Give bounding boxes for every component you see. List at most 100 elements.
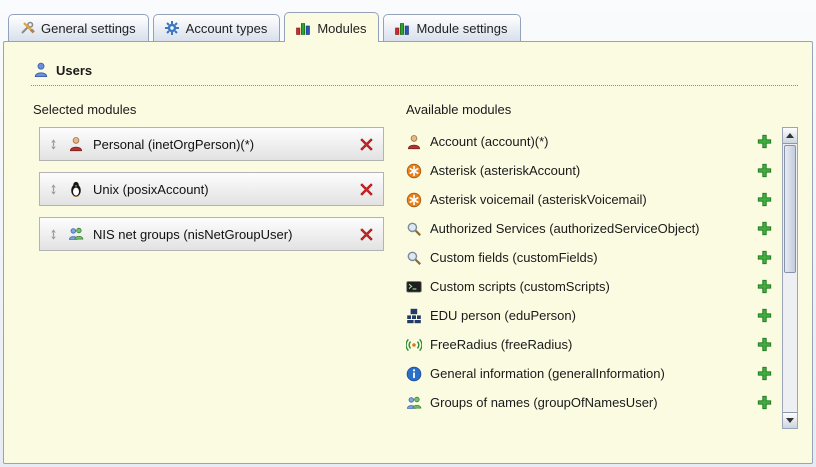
selected-module-label: Unix (posixAccount) xyxy=(93,182,209,197)
remove-module-button[interactable] xyxy=(359,137,374,152)
selected-module-row[interactable]: NIS net groups (nisNetGroupUser) xyxy=(39,217,384,251)
available-module-label: FreeRadius (freeRadius) xyxy=(430,337,572,352)
antenna-icon xyxy=(406,337,422,353)
plus-icon xyxy=(757,308,772,323)
chart-icon xyxy=(295,20,311,36)
person-icon xyxy=(406,134,422,150)
info-icon xyxy=(406,366,422,382)
drag-handle-icon[interactable] xyxy=(48,184,59,195)
group-icon xyxy=(406,395,422,411)
available-module-label: Asterisk (asteriskAccount) xyxy=(430,163,580,178)
scrollbar[interactable] xyxy=(782,127,798,429)
available-module-label: Custom scripts (customScripts) xyxy=(430,279,610,294)
module-columns: Selected modules Personal (inetOrgPerson… xyxy=(31,100,798,429)
down-arrow-icon xyxy=(786,418,794,423)
available-module-row: Custom scripts (customScripts) xyxy=(404,272,778,301)
available-modules-wrap: Account (account)(*) Asterisk (asteriskAc… xyxy=(404,127,798,429)
up-arrow-icon xyxy=(786,133,794,138)
add-module-button[interactable] xyxy=(757,134,772,149)
tab-label: General settings xyxy=(41,21,136,36)
selected-modules-column: Selected modules Personal (inetOrgPerson… xyxy=(31,100,404,429)
available-module-row: Custom fields (customFields) xyxy=(404,243,778,272)
plus-icon xyxy=(757,221,772,236)
selected-module-row[interactable]: Unix (posixAccount) xyxy=(39,172,384,206)
magnifier-icon xyxy=(406,250,422,266)
available-module-row: FreeRadius (freeRadius) xyxy=(404,330,778,359)
terminal-icon xyxy=(406,279,422,295)
available-module-label: Asterisk voicemail (asteriskVoicemail) xyxy=(430,192,647,207)
add-module-button[interactable] xyxy=(757,337,772,352)
plus-icon xyxy=(757,395,772,410)
available-module-label: Account (account)(*) xyxy=(430,134,549,149)
gear-icon xyxy=(164,20,180,36)
grid-icon xyxy=(406,308,422,324)
available-module-label: Groups of names (groupOfNamesUser) xyxy=(430,395,658,410)
remove-module-button[interactable] xyxy=(359,227,374,242)
add-module-button[interactable] xyxy=(757,250,772,265)
plus-icon xyxy=(757,279,772,294)
add-module-button[interactable] xyxy=(757,395,772,410)
available-module-label: Authorized Services (authorizedServiceOb… xyxy=(430,221,700,236)
scrollbar-thumb[interactable] xyxy=(784,145,796,273)
available-module-row: Asterisk (asteriskAccount) xyxy=(404,156,778,185)
available-modules-heading: Available modules xyxy=(404,100,798,127)
penguin-icon xyxy=(68,181,84,197)
magnifier-icon xyxy=(406,221,422,237)
available-module-label: Custom fields (customFields) xyxy=(430,250,598,265)
available-module-row: Groups of names (groupOfNamesUser) xyxy=(404,388,778,417)
available-modules-column: Available modules Account (account)(*) As… xyxy=(404,100,798,429)
tab-module-settings[interactable]: Module settings xyxy=(383,14,520,41)
settings-panel: Users Selected modules Personal (inetOrg… xyxy=(3,41,813,464)
drag-handle-icon[interactable] xyxy=(48,229,59,240)
users-section-header: Users xyxy=(31,60,798,86)
delete-icon xyxy=(359,137,374,152)
group-icon xyxy=(68,226,84,242)
available-module-row: EDU person (eduPerson) xyxy=(404,301,778,330)
add-module-button[interactable] xyxy=(757,279,772,294)
plus-icon xyxy=(757,163,772,178)
asterisk-icon xyxy=(406,192,422,208)
selected-module-label: NIS net groups (nisNetGroupUser) xyxy=(93,227,292,242)
tab-label: Modules xyxy=(317,21,366,36)
selected-modules-list: Personal (inetOrgPerson)(*) Unix (posixAc… xyxy=(31,127,404,251)
tools-icon xyxy=(19,20,35,36)
available-module-row: General information (generalInformation) xyxy=(404,359,778,388)
add-module-button[interactable] xyxy=(757,221,772,236)
add-module-button[interactable] xyxy=(757,308,772,323)
scrollbar-track[interactable] xyxy=(783,144,797,412)
plus-icon xyxy=(757,250,772,265)
available-module-label: General information (generalInformation) xyxy=(430,366,665,381)
tab-label: Account types xyxy=(186,21,268,36)
available-module-label: EDU person (eduPerson) xyxy=(430,308,576,323)
selected-module-row[interactable]: Personal (inetOrgPerson)(*) xyxy=(39,127,384,161)
available-module-row: Account (account)(*) xyxy=(404,127,778,156)
tab-modules[interactable]: Modules xyxy=(284,12,379,42)
chart-icon xyxy=(394,20,410,36)
add-module-button[interactable] xyxy=(757,163,772,178)
selected-modules-heading: Selected modules xyxy=(31,100,404,127)
plus-icon xyxy=(757,366,772,381)
tab-bar: General settings Account types Modules Modu… xyxy=(8,0,521,41)
scroll-up-button[interactable] xyxy=(783,128,797,144)
add-module-button[interactable] xyxy=(757,192,772,207)
tab-account-types[interactable]: Account types xyxy=(153,14,281,41)
tab-general-settings[interactable]: General settings xyxy=(8,14,149,41)
person-icon xyxy=(68,136,84,152)
available-modules-list: Account (account)(*) Asterisk (asteriskAc… xyxy=(404,127,778,429)
selected-module-label: Personal (inetOrgPerson)(*) xyxy=(93,137,254,152)
add-module-button[interactable] xyxy=(757,366,772,381)
scroll-down-button[interactable] xyxy=(783,412,797,428)
delete-icon xyxy=(359,182,374,197)
plus-icon xyxy=(757,192,772,207)
plus-icon xyxy=(757,337,772,352)
page-title: Users xyxy=(56,63,92,78)
drag-handle-icon[interactable] xyxy=(48,139,59,150)
user-icon xyxy=(33,62,49,78)
asterisk-icon xyxy=(406,163,422,179)
available-module-row: Authorized Services (authorizedServiceOb… xyxy=(404,214,778,243)
plus-icon xyxy=(757,134,772,149)
delete-icon xyxy=(359,227,374,242)
remove-module-button[interactable] xyxy=(359,182,374,197)
tab-label: Module settings xyxy=(416,21,507,36)
available-module-row: Asterisk voicemail (asteriskVoicemail) xyxy=(404,185,778,214)
